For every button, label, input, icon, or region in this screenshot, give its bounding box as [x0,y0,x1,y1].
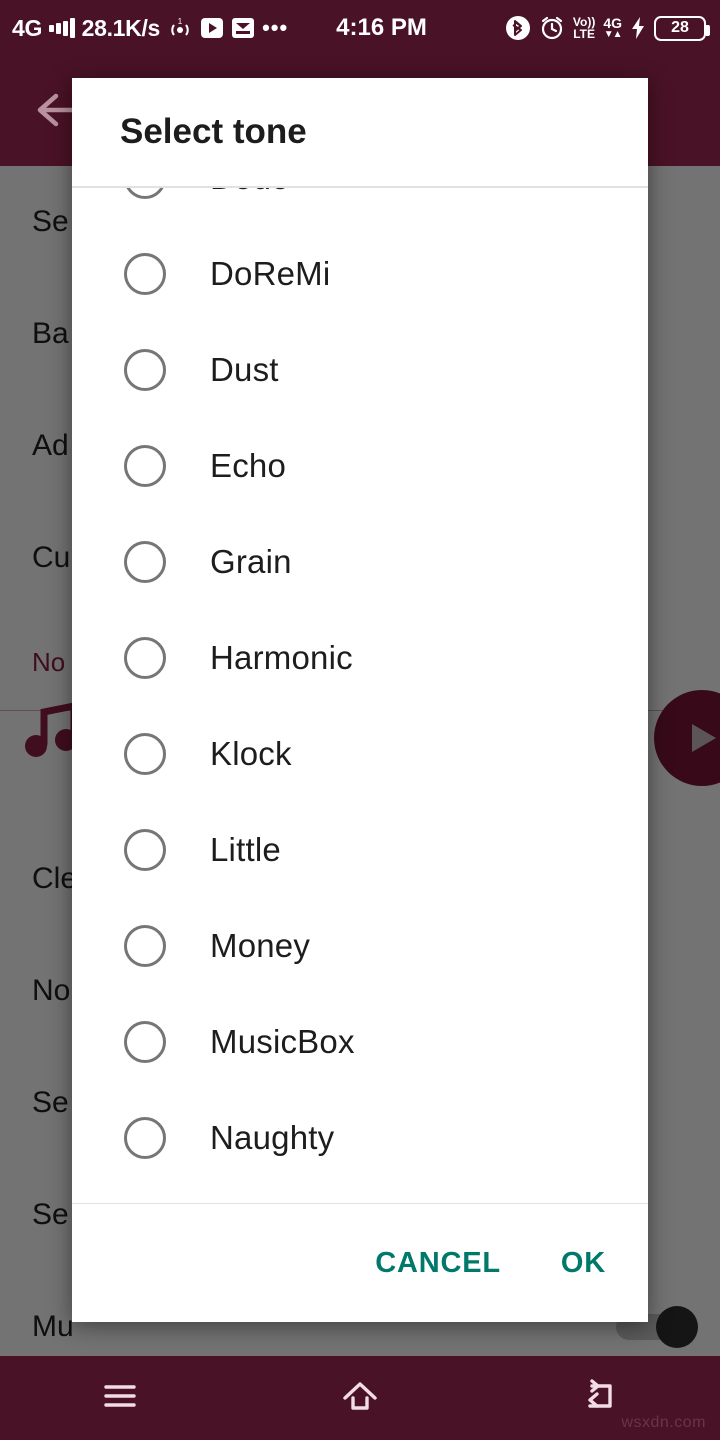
radio-button-icon[interactable] [124,252,166,295]
ok-button[interactable]: OK [561,1247,606,1280]
select-tone-dialog: Select tone Dodo DoReMi Dust Echo Grain Harmo… [72,78,648,1322]
tone-label: Naughty [210,1118,335,1156]
radio-button-icon[interactable] [124,924,166,967]
svg-text:1: 1 [178,17,183,26]
tone-label: Dust [210,350,279,388]
tone-label: Klock [210,734,292,772]
menu-icon[interactable] [92,1376,148,1421]
tone-row[interactable]: Harmonic [72,610,648,706]
tone-label: Little [210,830,281,868]
tone-row[interactable]: MusicBox [72,994,648,1090]
battery-icon: 28 [654,15,710,41]
data-rate-label: 28.1K/s [81,14,161,41]
radio-button-icon[interactable] [124,636,166,679]
network-label: 4G [12,14,43,41]
hotspot-icon: 1 [167,16,193,40]
tone-list-inner: Dodo DoReMi Dust Echo Grain Harmonic Klock Litt… [72,187,648,1186]
volte-icon: Vo)) LTE [572,15,596,41]
tone-row[interactable]: Echo [72,418,648,514]
more-dots-icon: ••• [262,15,289,40]
tone-label: MusicBox [210,1022,355,1060]
tone-row[interactable]: DoReMi [72,226,648,322]
alarm-clock-icon [539,15,565,41]
network-4g-icon: 4G ▼▲ [603,15,622,40]
tone-row[interactable]: Little [72,802,648,898]
tone-list[interactable]: Dodo DoReMi Dust Echo Grain Harmonic Klock Litt… [72,187,648,1203]
navigation-bar [0,1356,720,1440]
status-bar: 4G 28.1K/s 1 ••• 4:16 PM Vo)) LTE 4G ▼▲ … [0,0,720,56]
play-store-icon [200,16,224,40]
radio-button-icon[interactable] [124,828,166,871]
tone-label: Dodo [210,188,290,197]
tone-row[interactable]: Grain [72,514,648,610]
tone-label: Echo [210,446,287,484]
bluetooth-icon [505,15,531,41]
charging-bolt-icon [630,16,646,40]
tone-label: Harmonic [210,638,353,676]
inbox-icon [231,16,255,40]
tone-label: Grain [210,542,292,580]
watermark: wsxdn.com [621,1414,706,1431]
status-bar-right: Vo)) LTE 4G ▼▲ 28 [505,15,720,41]
status-bar-left: 4G 28.1K/s 1 ••• [0,15,288,42]
tone-row[interactable]: Money [72,898,648,994]
cancel-button[interactable]: CANCEL [375,1247,501,1280]
back-icon[interactable] [572,1374,628,1423]
signal-bars-icon [49,18,75,38]
tone-row[interactable]: Dodo [72,187,648,226]
home-icon[interactable] [332,1374,388,1423]
radio-button-icon[interactable] [124,444,166,487]
tone-label: DoReMi [210,254,331,292]
clock-label: 4:16 PM [336,14,427,41]
radio-button-icon[interactable] [124,1116,166,1159]
radio-button-icon[interactable] [124,348,166,391]
battery-percent-label: 28 [671,19,689,36]
tone-row[interactable]: Naughty [72,1090,648,1186]
tone-label: Money [210,926,311,964]
radio-button-icon[interactable] [124,732,166,775]
dialog-title: Select tone [120,112,307,151]
radio-button-icon[interactable] [124,540,166,583]
radio-button-icon[interactable] [124,1020,166,1063]
tone-row[interactable]: Dust [72,322,648,418]
radio-button-icon[interactable] [124,187,166,199]
dialog-actions: CANCEL OK [72,1204,648,1322]
tone-row[interactable]: Klock [72,706,648,802]
status-bar-center: 4:16 PM [288,14,505,42]
